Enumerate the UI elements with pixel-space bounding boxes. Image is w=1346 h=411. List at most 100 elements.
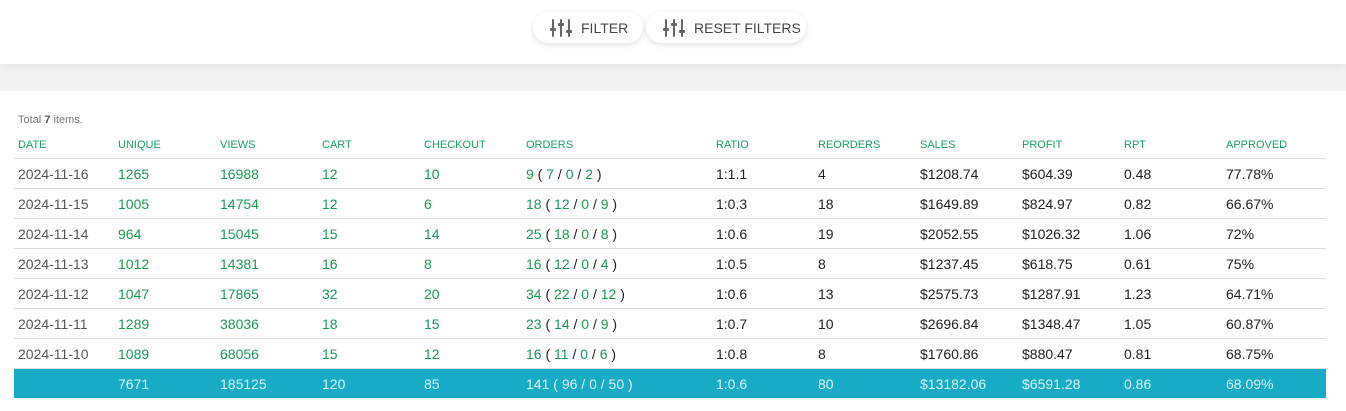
cell-views: 38036: [216, 308, 318, 339]
cell-date: 2024-11-16: [14, 158, 114, 189]
cell-approved: 68.09%: [1222, 368, 1326, 398]
cell-sales: $1649.89: [916, 188, 1018, 219]
orders-breakdown-2: 0: [581, 315, 590, 332]
orders-punctuation: /: [554, 165, 566, 182]
orders-breakdown-1: 7: [546, 165, 555, 182]
orders-punctuation: ): [608, 255, 618, 272]
cell-profit: $824.97: [1018, 188, 1120, 219]
cell-cart: 120: [318, 368, 420, 398]
cell-reorders: 8: [814, 248, 916, 279]
cell-ratio: 1:1.1: [712, 158, 814, 189]
cell-cart: 12: [318, 158, 420, 189]
stats-table: DATE UNIQUE VIEWS CART CHECKOUT ORDERS R…: [14, 131, 1326, 398]
cell-profit: $1026.32: [1018, 218, 1120, 249]
cell-orders: 23 ( 14 / 0 / 9 ): [522, 308, 712, 339]
orders-breakdown-2: 0: [580, 345, 589, 362]
cell-rpt: 1.05: [1120, 308, 1222, 339]
cell-approved: 75%: [1222, 248, 1326, 279]
column-header[interactable]: SALES: [916, 131, 1018, 159]
table-row: 2024-11-15 1005 14754 12 6 18 ( 12 / 0 / 9 ) 1…: [14, 188, 1326, 219]
orders-punctuation: /: [588, 345, 600, 362]
column-header[interactable]: CART: [318, 131, 420, 159]
cell-rpt: 0.86: [1120, 368, 1222, 398]
column-header[interactable]: RATIO: [712, 131, 814, 159]
total-prefix: Total: [18, 114, 42, 126]
cell-checkout: 15: [420, 308, 522, 339]
cell-views: 14754: [216, 188, 318, 219]
column-header[interactable]: PROFIT: [1018, 131, 1120, 159]
orders-count: 18: [526, 195, 542, 212]
cell-orders: 34 ( 22 / 0 / 12 ): [522, 278, 712, 309]
cell-date: 2024-11-14: [14, 218, 114, 249]
cell-profit: $6591.28: [1018, 368, 1120, 398]
orders-breakdown-2: 0: [565, 165, 574, 182]
orders-breakdown-3: 4: [600, 255, 609, 272]
cell-orders: 18 ( 12 / 0 / 9 ): [522, 188, 712, 219]
cell-unique: 7671: [114, 368, 216, 398]
cell-sales: $1760.86: [916, 338, 1018, 369]
cell-sales: $1237.45: [916, 248, 1018, 279]
cell-cart: 16: [318, 248, 420, 279]
cell-reorders: 8: [814, 338, 916, 369]
cell-approved: 60.87%: [1222, 308, 1326, 339]
cell-reorders: 18: [814, 188, 916, 219]
stats-panel: Total 7 items. DATE UNIQUE VIEWS CART CH…: [0, 91, 1346, 411]
column-header[interactable]: VIEWS: [216, 131, 318, 159]
cell-checkout: 8: [420, 248, 522, 279]
orders-punctuation: (: [541, 285, 555, 302]
orders-count: 141: [526, 375, 550, 392]
table-row: 2024-11-14 964 15045 15 14 25 ( 18 / 0 / 8 ) 1…: [14, 218, 1326, 249]
cell-date: 2024-11-10: [14, 338, 114, 369]
column-header[interactable]: REORDERS: [814, 131, 916, 159]
cell-views: 16988: [216, 158, 318, 189]
orders-breakdown-1: 12: [554, 195, 570, 212]
orders-punctuation: (: [541, 225, 555, 242]
orders-breakdown-2: 0: [581, 195, 590, 212]
column-header[interactable]: CHECKOUT: [420, 131, 522, 159]
cell-checkout: 14: [420, 218, 522, 249]
cell-reorders: 19: [814, 218, 916, 249]
orders-punctuation: /: [569, 195, 582, 212]
cell-date: 2024-11-13: [14, 248, 114, 279]
total-suffix: items.: [53, 114, 83, 126]
cell-orders: 16 ( 11 / 0 / 6 ): [522, 338, 712, 369]
cell-profit: $618.75: [1018, 248, 1120, 279]
orders-breakdown-1: 18: [554, 225, 570, 242]
column-header[interactable]: ORDERS: [522, 131, 712, 159]
cell-ratio: 1:0.6: [712, 218, 814, 249]
cell-profit: $880.47: [1018, 338, 1120, 369]
top-toolbar: FILTER RESET FILTERS: [0, 0, 1346, 64]
column-header[interactable]: UNIQUE: [114, 131, 216, 159]
cell-rpt: 0.81: [1120, 338, 1222, 369]
column-header[interactable]: RPT: [1120, 131, 1222, 159]
cell-sales: $2052.55: [916, 218, 1018, 249]
cell-approved: 72%: [1222, 218, 1326, 249]
orders-breakdown-1: 96: [561, 375, 578, 392]
cell-checkout: 20: [420, 278, 522, 309]
column-header[interactable]: DATE: [14, 131, 114, 159]
cell-reorders: 4: [814, 158, 916, 189]
cell-checkout: 10: [420, 158, 522, 189]
cell-profit: $604.39: [1018, 158, 1120, 189]
orders-punctuation: ): [607, 345, 617, 362]
cell-cart: 32: [318, 278, 420, 309]
cell-cart: 15: [318, 218, 420, 249]
cell-views: 14381: [216, 248, 318, 279]
orders-punctuation: /: [589, 285, 601, 302]
reset-filters-label: RESET FILTERS: [694, 19, 801, 36]
orders-punctuation: (: [541, 195, 555, 212]
orders-count: 23: [526, 315, 542, 332]
orders-punctuation: ): [616, 285, 625, 302]
cell-unique: 1265: [114, 158, 216, 189]
reset-filters-button[interactable]: RESET FILTERS: [646, 12, 806, 43]
orders-punctuation: /: [569, 315, 582, 332]
orders-punctuation: /: [569, 285, 582, 302]
cell-views: 17865: [216, 278, 318, 309]
orders-count: 9: [526, 165, 534, 182]
column-header[interactable]: APPROVED: [1222, 131, 1326, 159]
cell-orders: 25 ( 18 / 0 / 8 ): [522, 218, 712, 249]
filter-button[interactable]: FILTER: [533, 12, 643, 43]
sliders-icon: [662, 18, 686, 38]
cell-reorders: 10: [814, 308, 916, 339]
cell-approved: 77.78%: [1222, 158, 1326, 189]
